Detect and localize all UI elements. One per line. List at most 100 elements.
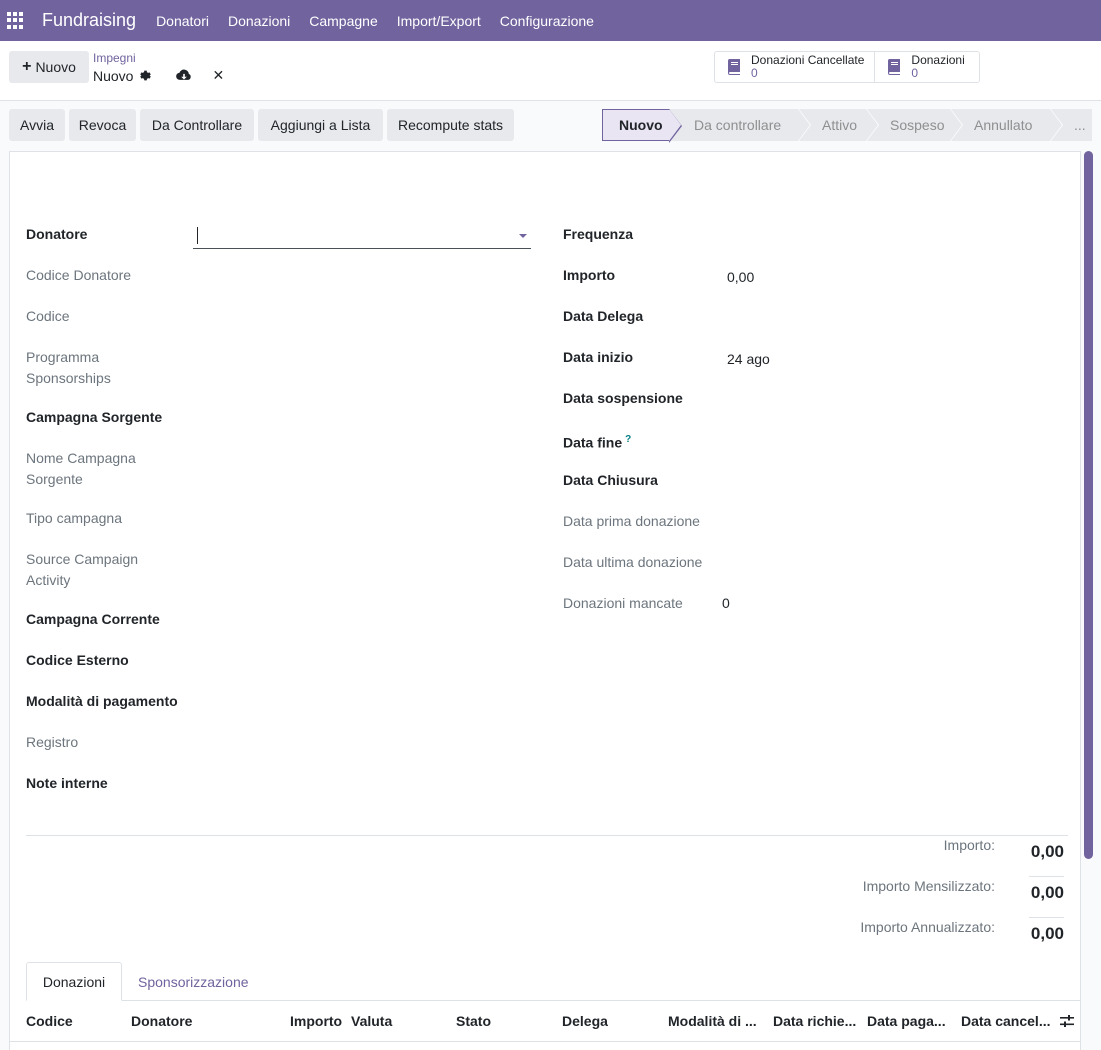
stage-label: ...	[1074, 117, 1086, 133]
gear-icon[interactable]	[139, 69, 152, 82]
column-stato[interactable]: Stato	[456, 1013, 491, 1029]
donazioni-mancate-value: 0	[722, 595, 730, 611]
column-importo[interactable]: Importo	[290, 1013, 342, 1029]
label-tipo-campagna: Tipo campagna	[26, 510, 122, 526]
label-note-interne: Note interne	[26, 775, 108, 791]
label-frequenza: Frequenza	[563, 226, 634, 242]
app-brand[interactable]: Fundraising	[42, 10, 136, 31]
book-icon	[727, 59, 740, 75]
record-name: Nuovo	[93, 67, 134, 84]
column-data-pagamento[interactable]: Data paga...	[867, 1013, 946, 1029]
label-codice-esterno: Codice Esterno	[26, 652, 129, 668]
label-codice-donatore: Codice Donatore	[26, 267, 132, 283]
label-data-prima-donazione: Data prima donazione	[563, 513, 700, 529]
label-campagna-sorgente: Campagna Sorgente	[26, 409, 163, 425]
column-data-richiesta[interactable]: Data richie...	[773, 1013, 856, 1029]
stage-label: Sospeso	[890, 117, 945, 133]
total-value: 0,00	[1029, 876, 1064, 903]
label-nome-campagna-sorgente: Nome Campagna Sorgente	[26, 450, 136, 487]
notebook-tabs: Donazioni Sponsorizzazione	[26, 962, 1080, 1001]
label-modalita-pagamento: Modalità di pagamento	[26, 693, 178, 709]
label-data-inizio: Data inizio	[563, 349, 634, 365]
smart-button-label: Donazioni Cancellate	[751, 53, 865, 67]
label-data-delega: Data Delega	[563, 308, 644, 324]
donatore-input[interactable]	[193, 224, 531, 249]
recompute-stats-button[interactable]: Recompute stats	[387, 109, 514, 141]
total-label: Importo Annualizzato:	[860, 919, 995, 935]
discard-icon[interactable]: ✕	[212, 67, 224, 84]
help-tooltip-icon[interactable]: ?	[625, 434, 631, 445]
smart-button-value: 0	[911, 66, 919, 80]
menu-campagne[interactable]: Campagne	[309, 13, 378, 29]
stage-nuovo[interactable]: Nuovo	[602, 109, 682, 143]
top-navbar: Fundraising Donatori Donazioni Campagne …	[0, 0, 1101, 41]
save-cloud-icon[interactable]	[176, 69, 192, 82]
chevron-down-icon[interactable]	[519, 234, 527, 238]
form-sheet: Donatore Codice Donatore Codice Programm…	[9, 151, 1081, 1050]
importo-value[interactable]: 0,00	[727, 269, 754, 285]
table-header: Codice Donatore Importo Valuta Stato Del…	[10, 1001, 1080, 1042]
smart-button-donazioni-cancellate[interactable]: Donazioni Cancellate 0	[715, 52, 876, 82]
smart-buttons: Donazioni Cancellate 0 Donazioni 0	[714, 51, 981, 83]
column-modalita[interactable]: Modalità di ...	[668, 1013, 757, 1029]
total-label: Importo:	[943, 837, 995, 853]
label-importo: Importo	[563, 267, 616, 283]
smart-button-donazioni[interactable]: Donazioni 0	[875, 52, 979, 82]
smart-button-label: Donazioni	[911, 53, 965, 67]
column-valuta[interactable]: Valuta	[351, 1013, 392, 1029]
aggiungi-a-lista-button[interactable]: Aggiungi a Lista	[258, 109, 383, 141]
menu-donatori[interactable]: Donatori	[156, 13, 209, 29]
column-codice[interactable]: Codice	[26, 1013, 73, 1029]
menu-import-export[interactable]: Import/Export	[397, 13, 481, 29]
control-panel: + Nuovo Impegni Nuovo ✕ Donazioni Cancel…	[0, 41, 1101, 101]
section-divider	[26, 835, 1068, 836]
label-data-chiusura: Data Chiusura	[563, 472, 658, 488]
avvia-button[interactable]: Avvia	[9, 109, 65, 141]
total-importo-mensilizzato: Importo Mensilizzato: 0,00	[863, 876, 1064, 903]
label-programma-sponsorships: Programma Sponsorships	[26, 349, 111, 386]
stage-label: Attivo	[822, 117, 858, 133]
total-importo: Importo: 0,00	[944, 835, 1064, 862]
da-controllare-button[interactable]: Da Controllare	[140, 109, 254, 141]
action-bar: Avvia Revoca Da Controllare Aggiungi a L…	[0, 101, 1101, 151]
data-inizio-value[interactable]: 24 ago	[727, 351, 770, 367]
stage-label: Annullato	[974, 117, 1033, 133]
book-icon	[888, 59, 901, 75]
column-delega[interactable]: Delega	[562, 1013, 608, 1029]
total-value: 0,00	[1029, 917, 1064, 944]
revoca-button[interactable]: Revoca	[69, 109, 136, 141]
label-codice: Codice	[26, 308, 70, 324]
breadcrumb-impegni[interactable]: Impegni	[93, 51, 136, 65]
menu-donazioni[interactable]: Donazioni	[228, 13, 290, 29]
apps-menu-icon[interactable]	[7, 11, 25, 30]
label-data-sospensione: Data sospensione	[563, 390, 683, 406]
tab-sponsorizzazione[interactable]: Sponsorizzazione	[122, 962, 265, 1001]
stage-label: Nuovo	[619, 117, 663, 133]
label-donatore: Donatore	[26, 226, 88, 242]
record-title: Nuovo ✕	[93, 67, 224, 84]
label-data-ultima-donazione: Data ultima donazione	[563, 554, 703, 570]
stage-da-controllare[interactable]: Da controllare	[670, 108, 811, 142]
label-donazioni-mancate: Donazioni mancate	[563, 595, 683, 611]
stage-label: Da controllare	[694, 117, 782, 133]
sliders-icon[interactable]	[1060, 1014, 1074, 1028]
column-donatore[interactable]: Donatore	[131, 1013, 192, 1029]
tab-donazioni[interactable]: Donazioni	[26, 962, 122, 1001]
new-button[interactable]: + Nuovo	[9, 51, 89, 83]
label-campagna-corrente: Campagna Corrente	[26, 611, 160, 627]
total-importo-annualizzato: Importo Annualizzato: 0,00	[860, 917, 1064, 944]
plus-icon: +	[22, 58, 32, 75]
label-registro: Registro	[26, 734, 79, 750]
scrollbar[interactable]	[1084, 151, 1093, 859]
label-data-fine: Data fine?	[563, 429, 631, 454]
label-data-fine-text: Data fine	[563, 434, 623, 451]
stage-annullato[interactable]: Annullato	[950, 108, 1063, 142]
new-button-label: Nuovo	[35, 59, 76, 75]
total-label: Importo Mensilizzato:	[862, 878, 995, 894]
menu-configurazione[interactable]: Configurazione	[500, 13, 594, 29]
status-bar: Nuovo Da controllare Attivo Sospeso Annu…	[602, 108, 1092, 143]
column-data-cancellazione[interactable]: Data cancel...	[961, 1013, 1051, 1029]
total-value: 0,00	[1029, 835, 1064, 862]
smart-button-value: 0	[751, 66, 758, 80]
label-source-campaign-activity: Source Campaign Activity	[26, 551, 139, 588]
